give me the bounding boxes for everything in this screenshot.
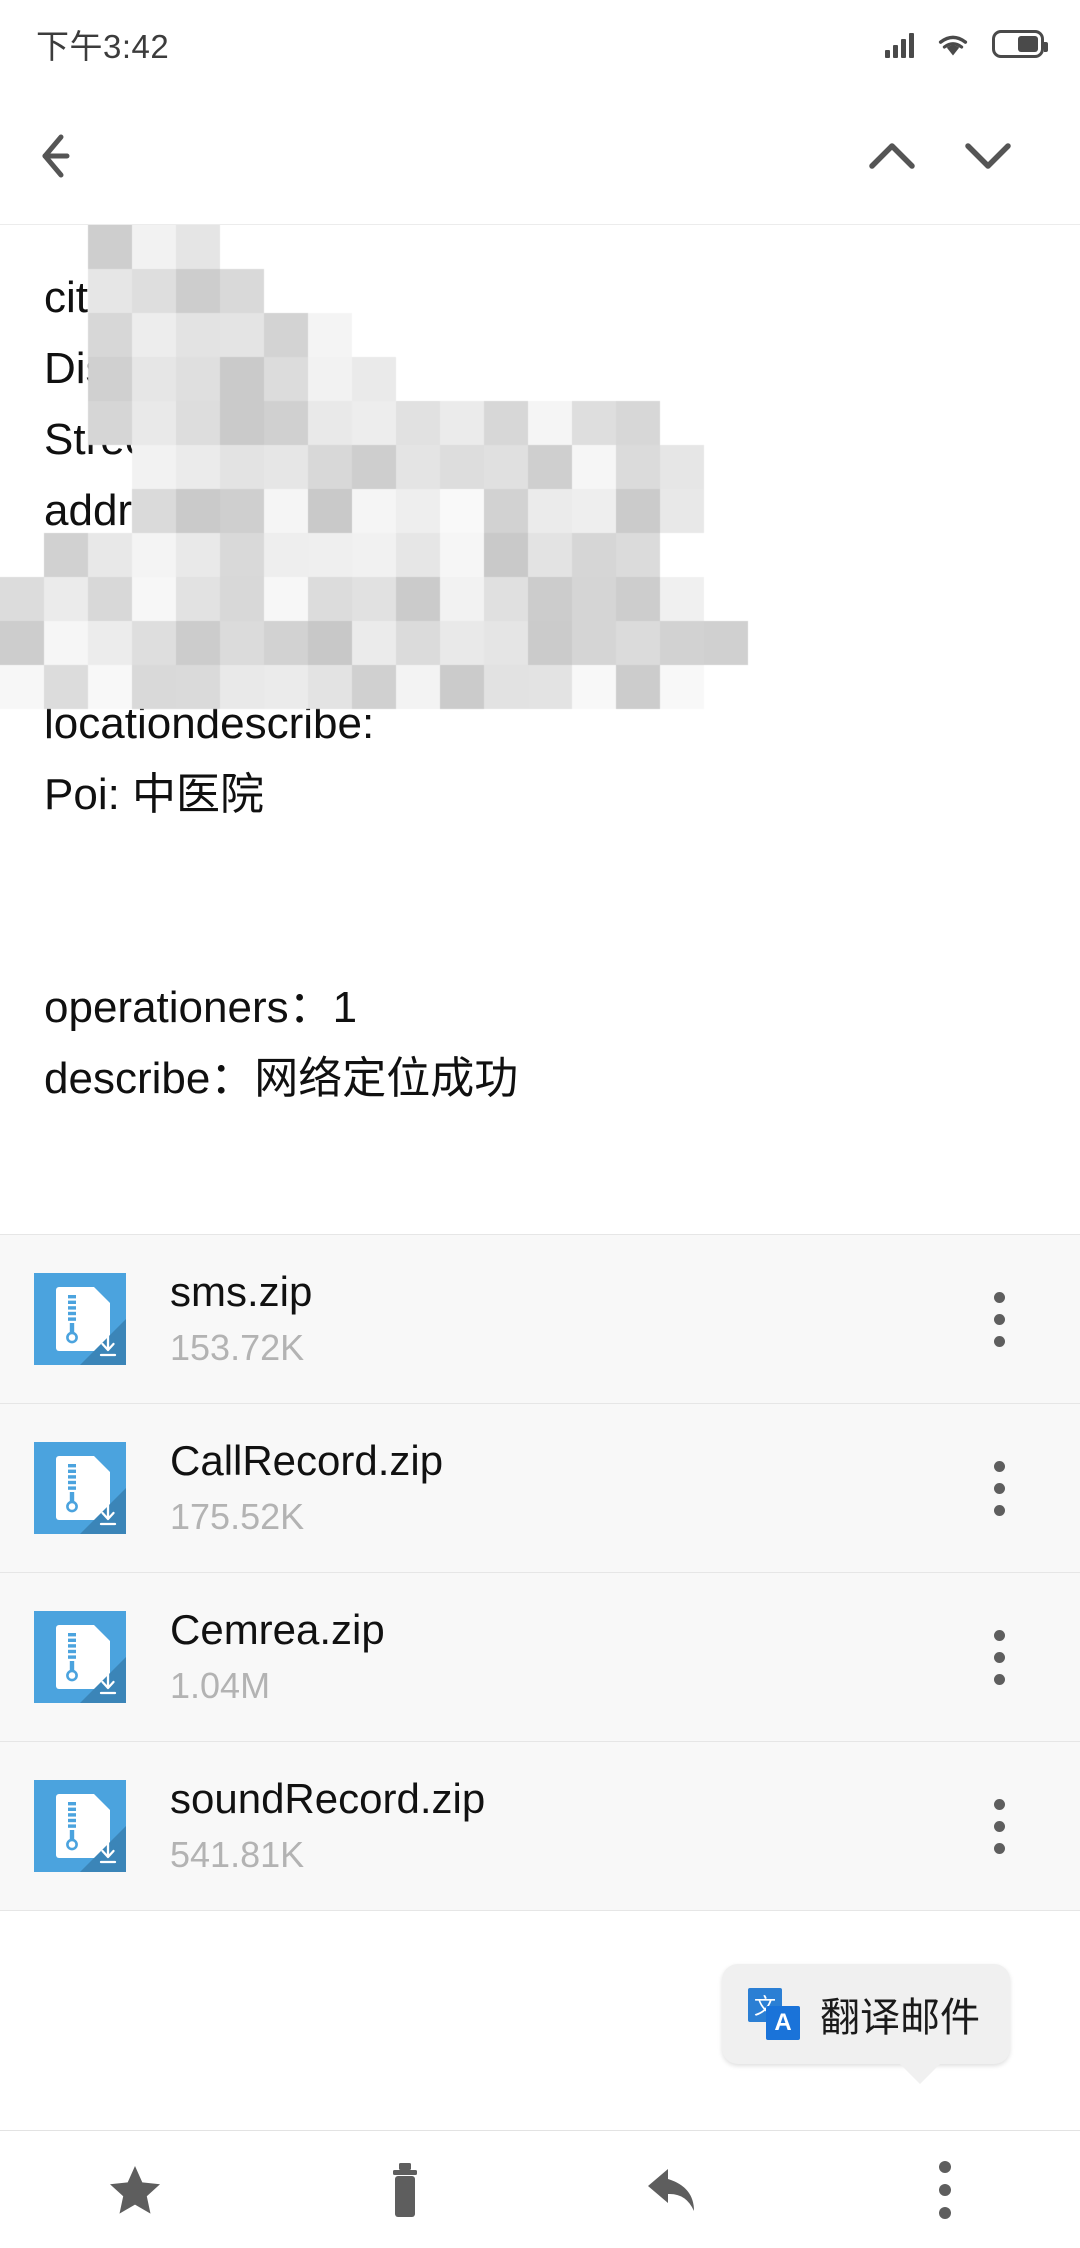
status-icons	[885, 30, 1048, 58]
message-body[interactable]: city Distr Street addr：5 UserIndoorstate：1 Di…	[0, 224, 1080, 1234]
attachment-list: sms.zip 153.72K CallRecord.zip 175.52K Cemre…	[0, 1234, 1080, 1911]
attachment-row[interactable]: Cemrea.zip 1.04M	[0, 1573, 1080, 1742]
overflow-menu-icon	[939, 2160, 951, 2219]
attachment-row[interactable]: CallRecord.zip 175.52K	[0, 1404, 1080, 1573]
chevron-up-icon	[869, 143, 915, 169]
attachment-text: Cemrea.zip 1.04M	[170, 1604, 385, 1710]
star-button[interactable]	[0, 2131, 270, 2248]
message-body-line: operationers：1	[44, 983, 358, 1032]
message-body-text: city Distr Street addr：5 UserIndoorstate：1 Di…	[44, 225, 1080, 1114]
attachment-overflow-menu-button[interactable]	[964, 1279, 1034, 1359]
message-body-line: city	[44, 273, 110, 322]
zip-file-icon	[34, 1611, 126, 1703]
previous-message-button[interactable]	[844, 108, 940, 204]
zip-file-icon	[34, 1780, 126, 1872]
download-arrow-icon	[99, 1672, 117, 1695]
attachment-overflow-menu-button[interactable]	[964, 1448, 1034, 1528]
navigation-bar	[0, 88, 1080, 224]
attachment-text: soundRecord.zip 541.81K	[170, 1773, 485, 1879]
translate-mail-tooltip[interactable]: 文 A 翻译邮件	[722, 1964, 1010, 2084]
star-icon	[110, 2165, 160, 2214]
attachment-overflow-menu-button[interactable]	[964, 1617, 1034, 1697]
reply-button[interactable]	[540, 2131, 810, 2248]
next-message-button[interactable]	[940, 108, 1036, 204]
message-body-line: Distr	[44, 344, 135, 393]
message-body-line: describe：网络定位成功	[44, 1054, 519, 1103]
attachment-name: sms.zip	[170, 1268, 313, 1315]
message-body-line	[44, 830, 1080, 901]
attachment-overflow-menu-button[interactable]	[964, 1786, 1034, 1866]
translate-icon-target-glyph: A	[766, 2006, 800, 2040]
delete-button[interactable]	[270, 2131, 540, 2248]
mail-detail-screen: 下午3:42 city Distr Street addr：5 UserIndo…	[0, 0, 1080, 2248]
attachment-row[interactable]: sms.zip 153.72K	[0, 1235, 1080, 1404]
attachment-size: 175.52K	[170, 1496, 305, 1537]
back-arrow-icon	[42, 134, 70, 178]
message-body-line: Poi: 中医院	[44, 770, 265, 819]
attachment-text: CallRecord.zip 175.52K	[170, 1435, 443, 1541]
message-body-line: Street	[44, 415, 162, 464]
attachment-size: 153.72K	[170, 1327, 305, 1368]
attachment-name: CallRecord.zip	[170, 1437, 444, 1484]
battery-icon	[992, 30, 1048, 58]
status-bar: 下午3:42	[0, 0, 1080, 88]
translate-icon: 文 A	[748, 1988, 800, 2040]
message-body-line: locationdescribe:	[44, 699, 375, 748]
attachment-text: sms.zip 153.72K	[170, 1266, 312, 1372]
translate-mail-label: 翻译邮件	[820, 1996, 980, 2040]
attachment-size: 541.81K	[170, 1834, 305, 1875]
trash-icon	[393, 2162, 417, 2217]
bottom-toolbar	[0, 2130, 1080, 2248]
message-body-line: addr：5	[44, 486, 201, 535]
message-body-line: Direction(not all devices have va	[44, 628, 678, 677]
attachment-row[interactable]: soundRecord.zip 541.81K	[0, 1742, 1080, 1911]
signal-icon	[885, 30, 914, 58]
attachment-name: Cemrea.zip	[170, 1606, 385, 1653]
back-button[interactable]	[28, 116, 108, 196]
chevron-down-icon	[965, 143, 1011, 169]
message-body-line: UserIndoorstate：1	[44, 557, 426, 606]
download-arrow-icon	[99, 1841, 117, 1864]
reply-icon	[648, 2168, 694, 2211]
more-options-button[interactable]	[810, 2131, 1080, 2248]
attachment-name: soundRecord.zip	[170, 1775, 486, 1822]
zip-file-icon	[34, 1442, 126, 1534]
message-body-line	[44, 901, 1080, 972]
wifi-icon	[938, 35, 968, 56]
status-time: 下午3:42	[36, 28, 170, 65]
message-body-line	[44, 225, 1080, 262]
download-arrow-icon	[99, 1503, 117, 1526]
download-arrow-icon	[99, 1334, 117, 1357]
attachment-size: 1.04M	[170, 1665, 271, 1706]
zip-file-icon	[34, 1273, 126, 1365]
